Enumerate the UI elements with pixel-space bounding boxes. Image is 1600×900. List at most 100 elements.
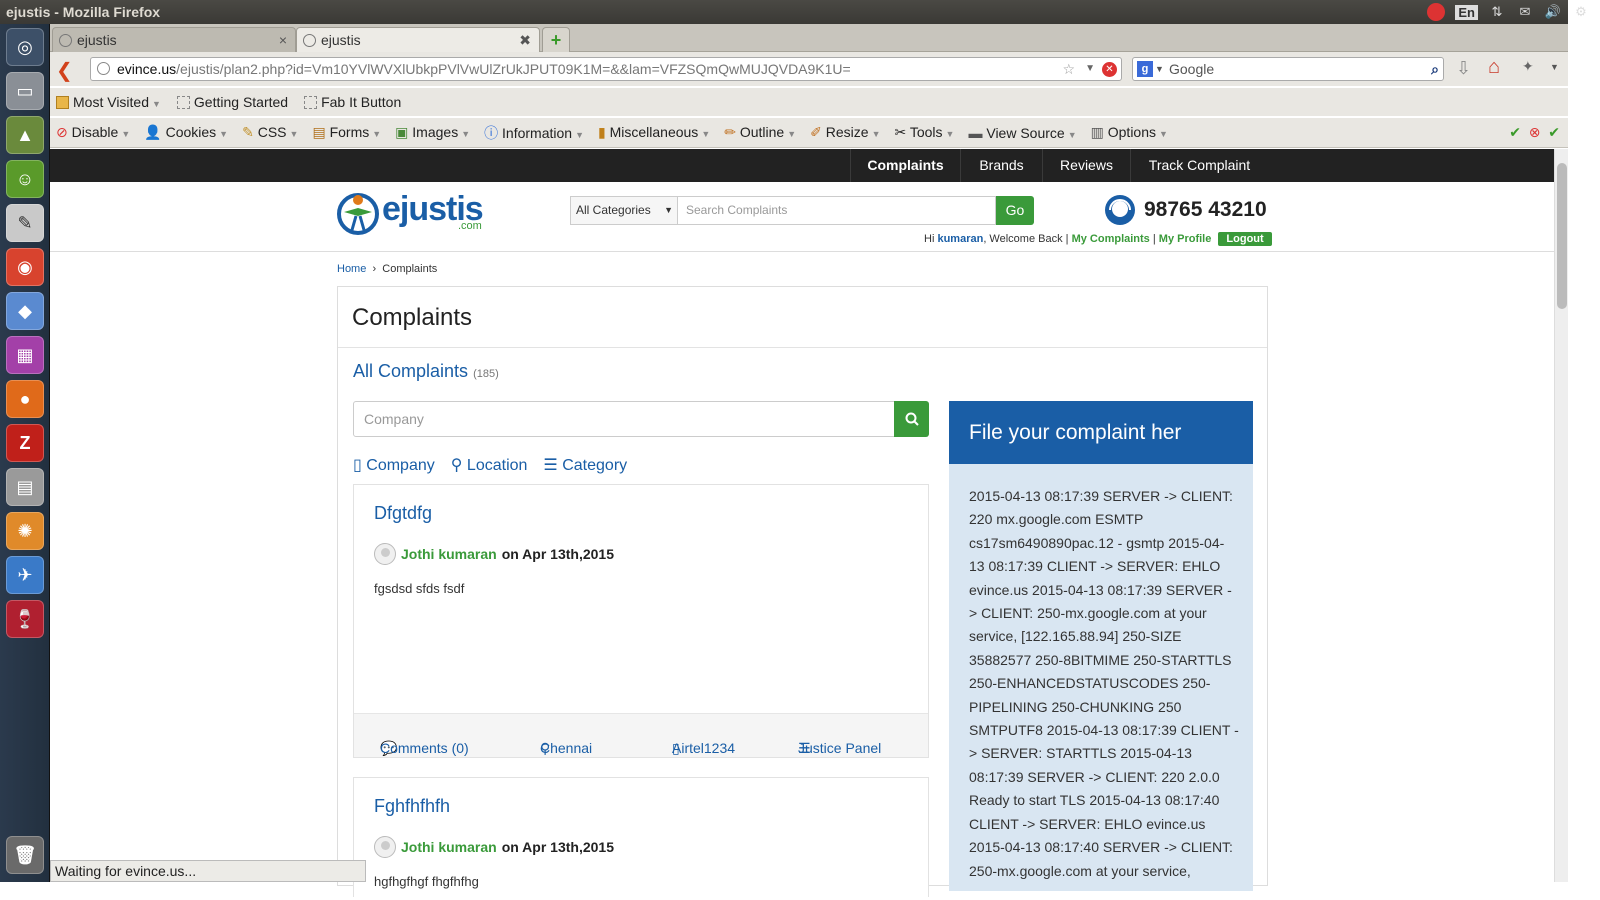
dev-options[interactable]: ▥ Options ▼ [1091,124,1168,141]
vertical-scrollbar[interactable] [1554,149,1568,882]
bookmarks-bar: Most Visited ▼ Getting Started Fab It But… [50,88,1568,116]
stop-icon[interactable] [1427,3,1446,21]
complaint-search-input[interactable]: Search Complaints [678,196,996,225]
complaint-meta: Jothi kumaran on Apr 13th,2015 [374,836,614,858]
tab-ejustis-1[interactable]: ejustis × [52,27,296,52]
complaint-title[interactable]: Dfgtdfg [374,503,432,524]
nav-reviews[interactable]: Reviews [1042,149,1130,182]
site-logo[interactable]: ejustis .com [336,188,496,236]
valid-check-icon[interactable]: ✔ [1548,124,1560,140]
site-identity-icon[interactable] [97,62,110,75]
search-icon [905,412,919,426]
close-icon[interactable]: × [279,28,287,52]
filezilla-icon[interactable]: Z [6,424,44,462]
company-search-input[interactable]: Company [353,401,895,437]
complaint-card: Fghfhfhfh Jothi kumaran on Apr 13th,2015… [353,777,929,897]
wine-icon[interactable]: 🍷 [6,600,44,638]
firefox-icon[interactable]: ● [6,380,44,418]
dev-status-icons[interactable]: ✔ ⊗ ✔ [1509,124,1560,141]
tab-ejustis-2[interactable]: ejustis ✖ [296,27,540,52]
bookmark-fab-it[interactable]: Fab It Button [304,94,401,110]
error-icon[interactable]: ⊗ [1529,124,1541,140]
filter-location[interactable]: ⚲ Location [451,455,528,475]
dev-images[interactable]: ▣ Images ▼ [395,124,470,141]
menu-dropdown-icon[interactable]: ▼ [1550,62,1559,72]
scrollbar-thumb[interactable] [1557,163,1567,309]
filter-category[interactable]: ☰ Category [543,455,627,475]
back-arrow-icon[interactable]: ❮ [56,58,73,83]
files-drive-icon[interactable]: ▭ [6,72,44,110]
settings-icon[interactable]: ⚙ [1572,4,1590,20]
support-headset-icon [1105,195,1135,225]
address-bar[interactable]: evince.us/ejustis/plan2.php?id=Vm10YVlWV… [90,57,1122,81]
web-search-input[interactable]: g ▼ Google ⌕ [1132,57,1444,81]
image-viewer-icon[interactable]: ▲ [6,116,44,154]
filter-company[interactable]: ▯ Company [353,455,435,475]
network-icon[interactable]: ⇅ [1488,4,1506,20]
my-complaints-link[interactable]: My Complaints [1072,233,1150,245]
file-complaint-sidebar: File your complaint her 2015-04-13 08:17… [949,401,1253,891]
stop-load-icon[interactable]: ✕ [1102,62,1117,77]
complaint-count: (185) [473,368,499,380]
google-icon[interactable]: g [1137,61,1153,77]
author-link[interactable]: Jothi kumaran [401,546,497,562]
nav-brands[interactable]: Brands [960,149,1042,182]
welcome-bar: Hi kumaran, Welcome Back | My Complaints… [924,232,1272,246]
dev-cookies[interactable]: 👤 Cookies ▼ [144,124,228,141]
monkey-app-icon[interactable]: ☺ [6,160,44,198]
bookmark-star-icon[interactable]: ☆ [1062,58,1075,80]
launcher: ◎ ▭ ▲ ☺ ✎ ◉ ◆ ▦ ● Z ▤ ✺ ✈ 🍷 🗑 [0,24,50,882]
dev-disable[interactable]: ⊘ Disable ▼ [56,124,130,141]
blender-icon[interactable]: ✺ [6,512,44,550]
trash-icon[interactable]: 🗑 [6,836,44,874]
engine-dropdown-icon[interactable]: ▼ [1155,58,1164,80]
site-header: ejustis .com All Categories ▼ Search Comp… [50,182,1554,252]
all-complaints-link[interactable]: All Complaints (185) [353,361,499,382]
author-link[interactable]: Jothi kumaran [401,839,497,855]
dev-outline[interactable]: ✏ Outline ▼ [724,124,796,141]
complaint-body: hgfhgfhgf fhgfhfhg [374,874,479,889]
archive-icon[interactable]: ▤ [6,468,44,506]
presentation-icon[interactable]: ▦ [6,336,44,374]
valid-check-icon[interactable]: ✔ [1509,124,1521,140]
dev-forms[interactable]: ▤ Forms ▼ [312,124,381,141]
nav-track-complaint[interactable]: Track Complaint [1130,149,1268,182]
chrome-icon[interactable]: ◉ [6,248,44,286]
dropdown-icon[interactable]: ▼ [1085,58,1095,80]
bookmark-most-visited[interactable]: Most Visited ▼ [56,94,161,110]
dev-miscellaneous[interactable]: ▮ Miscellaneous ▼ [598,124,710,141]
go-button[interactable]: Go [996,196,1034,225]
company-search-button[interactable] [894,401,929,437]
dev-resize[interactable]: ✐ Resize ▼ [810,124,880,141]
dash-icon[interactable]: ◎ [6,28,44,66]
dev-css[interactable]: ✎ CSS ▼ [242,124,298,141]
nav-complaints[interactable]: Complaints [850,149,960,182]
volume-icon[interactable]: 🔊 [1544,4,1562,20]
bookmark-getting-started[interactable]: Getting Started [176,94,288,110]
text-editor-icon[interactable]: ✎ [6,204,44,242]
search-icon[interactable]: ⌕ [1431,58,1439,80]
dev-tools[interactable]: ✂ Tools ▼ [894,124,954,141]
close-icon[interactable]: ✖ [519,28,531,52]
complaint-footer: 💬 Comments (0) ⚲ Chennai ▯ Airtel1234 ☰ … [354,713,928,757]
cube-app-icon[interactable]: ◆ [6,292,44,330]
keyboard-lang[interactable]: En [1455,4,1478,20]
mail-icon[interactable]: ✉ [1516,4,1534,20]
dev-information[interactable]: ⓘ Information ▼ [484,123,584,143]
thunderbird-icon[interactable]: ✈ [6,556,44,594]
avatar [374,836,396,858]
dev-view-source[interactable]: ▬ View Source ▼ [968,125,1076,141]
breadcrumb-current: Complaints [382,263,438,275]
addon-icon[interactable]: ✦ [1522,58,1534,75]
breadcrumb-home[interactable]: Home [337,263,366,275]
my-profile-link[interactable]: My Profile [1159,233,1212,245]
page-title: Complaints [352,304,473,331]
download-icon[interactable]: ⇩ [1456,58,1471,79]
complaint-title[interactable]: Fghfhfhfh [374,796,450,817]
new-tab-button[interactable]: + [542,27,570,52]
category-select[interactable]: All Categories ▼ [570,196,678,225]
file-complaint-heading[interactable]: File your complaint her [949,401,1253,464]
home-icon[interactable]: ⌂ [1488,56,1500,79]
logout-button[interactable]: Logout [1218,232,1272,246]
username-link[interactable]: kumaran [937,233,983,245]
